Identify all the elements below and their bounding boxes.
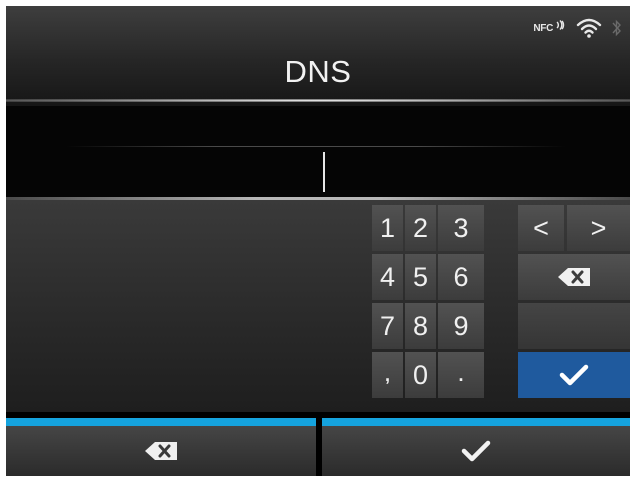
text-cursor: [323, 152, 325, 192]
backspace-key[interactable]: [518, 254, 630, 300]
numeric-keypad: 1 2 3 < > 4 5 6 7 8 9 , 0 .: [6, 200, 630, 412]
key-8[interactable]: 8: [405, 303, 436, 349]
accent-bar: [6, 418, 316, 426]
cursor-right-button[interactable]: >: [567, 205, 630, 251]
key-6[interactable]: 6: [438, 254, 484, 300]
checkmark-icon: [559, 364, 589, 386]
checkmark-icon: [461, 440, 491, 462]
blank-key: [518, 303, 630, 349]
bluetooth-icon: [612, 19, 621, 37]
accent-bar: [322, 418, 630, 426]
bottom-confirm-button[interactable]: [322, 418, 630, 476]
nfc-label: NFC: [533, 22, 553, 34]
wifi-icon: [576, 18, 602, 38]
page-title: DNS: [284, 54, 352, 89]
bottom-action-bar: [6, 418, 630, 476]
nfc-icon: NFC: [533, 19, 566, 34]
backspace-icon: [558, 268, 590, 286]
key-4[interactable]: 4: [372, 254, 403, 300]
key-comma[interactable]: ,: [372, 352, 403, 398]
key-1[interactable]: 1: [372, 205, 403, 251]
key-0[interactable]: 0: [405, 352, 436, 398]
key-2[interactable]: 2: [405, 205, 436, 251]
key-5[interactable]: 5: [405, 254, 436, 300]
title-divider: [6, 99, 630, 102]
key-9[interactable]: 9: [438, 303, 484, 349]
cursor-left-button[interactable]: <: [518, 205, 564, 251]
dns-input-field[interactable]: [6, 106, 630, 200]
input-guide-line: [66, 146, 566, 147]
key-period[interactable]: .: [438, 352, 484, 398]
printer-screen: NFC DNS 1 2 3 < > 4 5 6 7 8 9 , 0 .: [6, 6, 630, 476]
key-7[interactable]: 7: [372, 303, 403, 349]
backspace-icon: [145, 442, 177, 460]
key-3[interactable]: 3: [438, 205, 484, 251]
header: NFC DNS: [6, 6, 630, 106]
enter-key[interactable]: [518, 352, 630, 398]
status-icons: NFC: [533, 18, 622, 38]
bottom-backspace-button[interactable]: [6, 418, 316, 476]
